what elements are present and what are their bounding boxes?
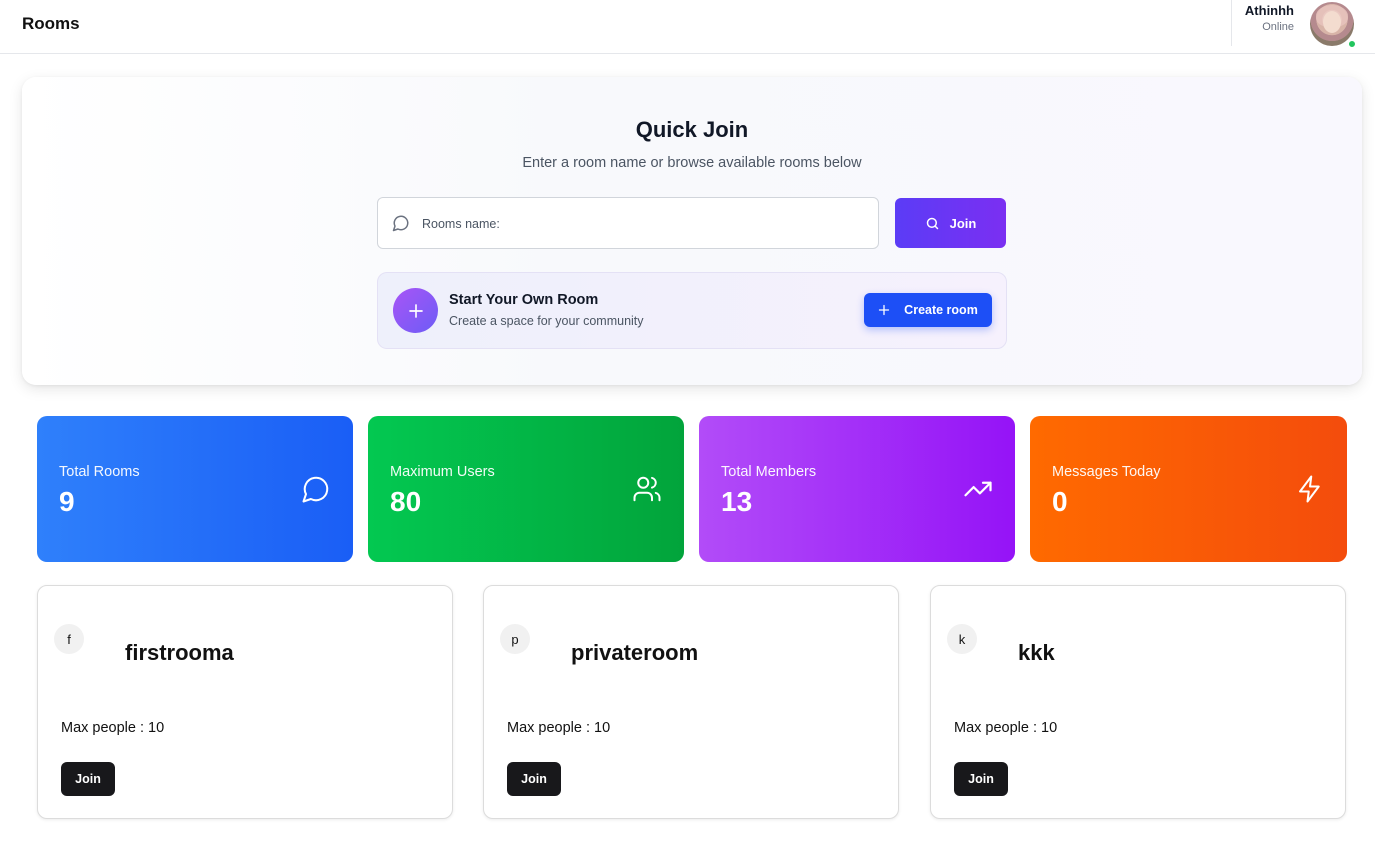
trending-up-icon — [963, 474, 993, 504]
room-card: k kkk Max people : 10 Join — [930, 585, 1346, 819]
lightning-icon — [1295, 474, 1325, 504]
room-max-people: Max people : 10 — [61, 720, 165, 736]
stat-card-messages-today: Messages Today 0 — [1030, 416, 1347, 562]
create-room-card: Start Your Own Room Create a space for y… — [377, 272, 1007, 349]
room-search-field[interactable] — [377, 197, 879, 249]
top-bar: Rooms Athinhh Online — [0, 0, 1375, 54]
stat-label: Messages Today — [1052, 464, 1161, 480]
stat-value: 9 — [59, 486, 75, 517]
page-title: Rooms — [22, 14, 80, 33]
stat-label: Total Members — [721, 464, 817, 480]
room-max-people: Max people : 10 — [507, 720, 611, 736]
room-card: f firstrooma Max people : 10 Join — [37, 585, 453, 819]
stat-card-maximum-users: Maximum Users 80 — [368, 416, 684, 562]
chat-bubble-icon — [392, 214, 410, 232]
stat-value: 80 — [390, 486, 422, 517]
room-name: privateroom — [571, 640, 699, 665]
quick-join-button-label: Join — [949, 215, 977, 231]
room-avatar: k — [947, 624, 977, 654]
chat-bubble-icon — [301, 474, 331, 504]
online-status-dot — [1347, 39, 1357, 49]
stat-label: Total Rooms — [59, 464, 140, 480]
room-avatar: p — [500, 624, 530, 654]
room-max-people: Max people : 10 — [954, 720, 1058, 736]
stat-value: 0 — [1052, 486, 1068, 517]
user-name: Athinhh — [1244, 3, 1294, 18]
header-divider — [1231, 0, 1232, 46]
users-icon — [632, 474, 662, 504]
stat-value: 13 — [721, 486, 753, 517]
room-name: kkk — [1018, 640, 1055, 665]
create-room-button-label: Create room — [904, 303, 978, 317]
room-join-button[interactable]: Join — [507, 762, 561, 796]
room-join-button[interactable]: Join — [954, 762, 1008, 796]
create-room-subtitle: Create a space for your community — [449, 314, 644, 328]
quick-join-title: Quick Join — [635, 117, 749, 142]
room-avatar: f — [54, 624, 84, 654]
create-room-button[interactable]: Create room — [864, 293, 992, 327]
create-room-title: Start Your Own Room — [449, 292, 599, 308]
room-join-button[interactable]: Join — [61, 762, 115, 796]
room-search-input[interactable] — [422, 212, 862, 236]
plus-icon — [878, 304, 890, 316]
quick-join-subtitle: Enter a room name or browse available ro… — [522, 155, 862, 171]
room-name: firstrooma — [125, 640, 234, 665]
user-avatar[interactable] — [1310, 2, 1354, 46]
stat-card-total-members: Total Members 13 — [699, 416, 1015, 562]
avatar-face-shape — [1323, 11, 1341, 33]
quick-join-panel: Quick Join Enter a room name or browse a… — [22, 77, 1362, 385]
stat-card-total-rooms: Total Rooms 9 — [37, 416, 353, 562]
stat-label: Maximum Users — [390, 464, 495, 480]
search-icon — [925, 216, 940, 231]
plus-icon — [393, 288, 438, 333]
quick-join-button[interactable]: Join — [895, 198, 1006, 248]
room-card: p privateroom Max people : 10 Join — [483, 585, 899, 819]
user-status: Online — [1262, 21, 1294, 33]
